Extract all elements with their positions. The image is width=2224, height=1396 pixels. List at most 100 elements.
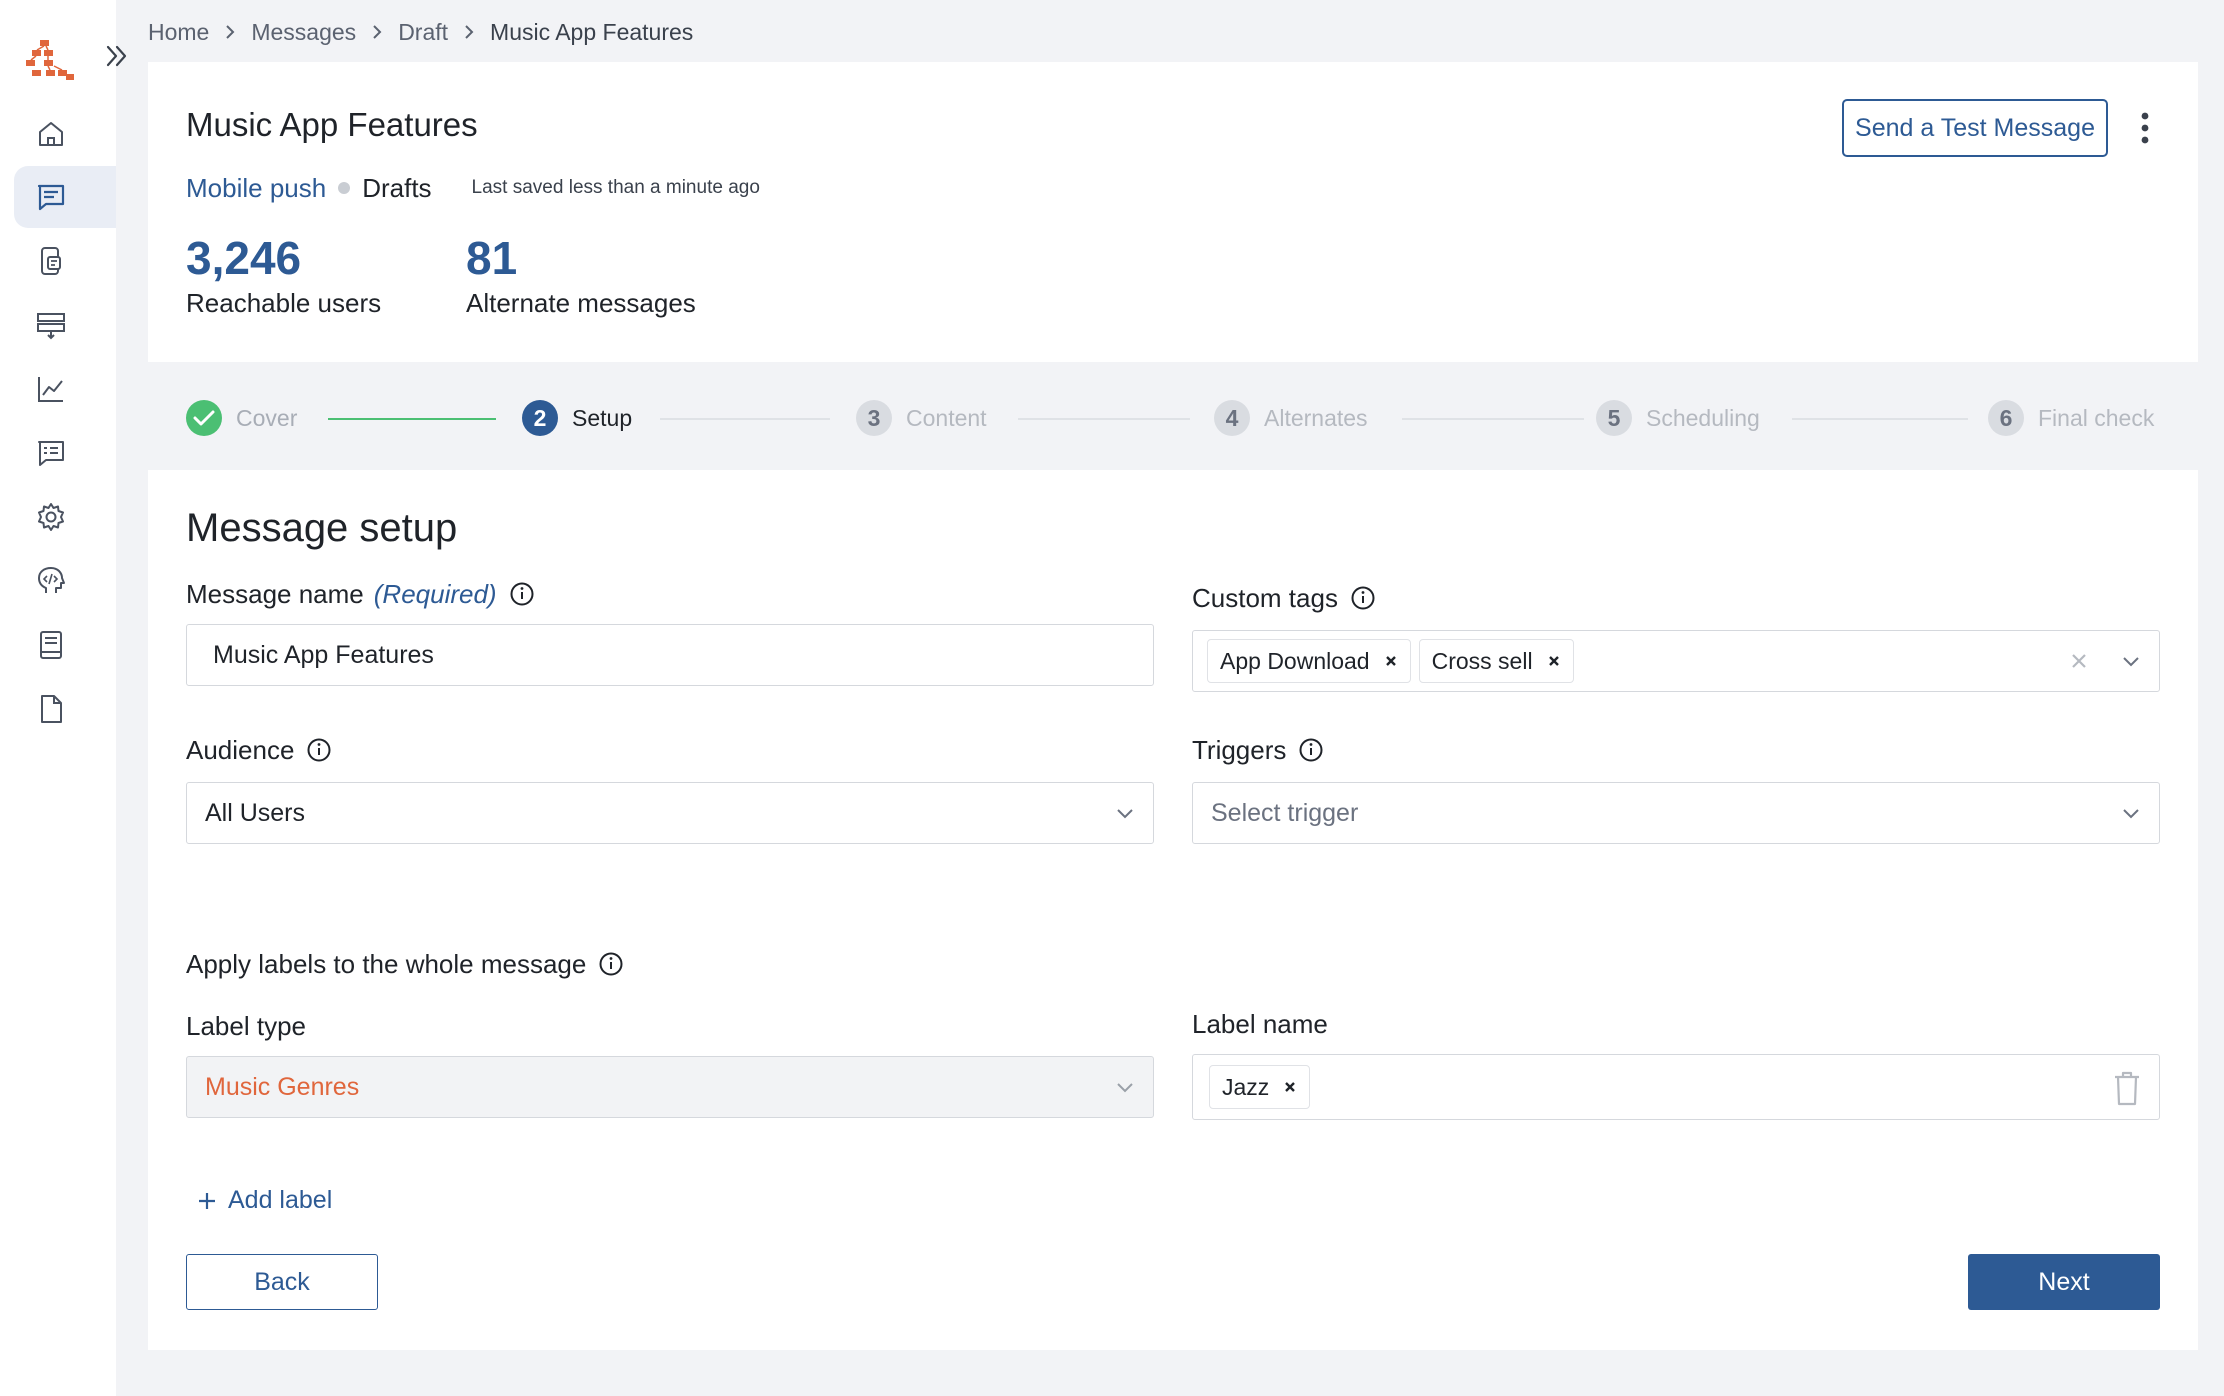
close-icon[interactable] — [2069, 651, 2089, 671]
step-final-check[interactable]: 6 Final check — [1988, 400, 2154, 436]
tag-label: App Download — [1220, 647, 1370, 674]
plus-icon — [196, 1190, 218, 1212]
breadcrumb-home[interactable]: Home — [148, 19, 209, 46]
tag-chip: Jazz — [1209, 1065, 1311, 1109]
expand-icon — [106, 45, 127, 67]
step-label: Content — [906, 404, 987, 431]
step-cover[interactable]: Cover — [186, 400, 297, 436]
breadcrumb-current: Music App Features — [490, 18, 694, 45]
message-header-card: Music App Features Mobile push Drafts La… — [148, 62, 2198, 362]
status-dot — [338, 182, 351, 194]
info-icon[interactable] — [598, 951, 624, 977]
info-icon[interactable] — [306, 737, 332, 763]
label-text: Message name — [186, 578, 364, 609]
label-name-select[interactable]: Jazz — [1192, 1054, 2160, 1120]
step-label: Cover — [236, 404, 298, 431]
select-value: All Users — [205, 798, 306, 827]
step-connector — [1792, 418, 1968, 420]
custom-tags-label: Custom tags — [1192, 580, 1376, 616]
info-icon[interactable] — [1298, 737, 1324, 763]
nav-feedback[interactable] — [14, 422, 116, 484]
nav-pages[interactable] — [14, 678, 116, 740]
info-icon[interactable] — [1350, 585, 1376, 611]
required-text: (Required) — [373, 578, 497, 609]
apply-labels-heading: Apply labels to the whole message — [186, 946, 624, 982]
breadcrumb-messages[interactable]: Messages — [251, 19, 356, 46]
input-value: Music App Features — [213, 640, 434, 669]
status-text: Drafts — [362, 172, 432, 203]
mobile-doc-icon — [41, 247, 61, 275]
stat-reachable-users: 3,246 Reachable users — [186, 230, 381, 320]
chevron-down-icon[interactable] — [2119, 649, 2143, 673]
stat-alternate-messages: 81 Alternate messages — [466, 230, 696, 320]
label-text: Label type — [186, 1010, 306, 1041]
label-text: Label name — [1192, 1008, 1328, 1039]
add-label-button[interactable]: Add label — [196, 1186, 332, 1215]
channel-link[interactable]: Mobile push — [186, 173, 326, 204]
chevron-down-icon — [2119, 801, 2143, 825]
close-icon[interactable] — [1547, 654, 1561, 668]
chevron-right-icon — [223, 23, 237, 41]
analytics-icon — [38, 377, 63, 402]
step-connector — [328, 418, 496, 420]
more-options-button[interactable] — [2130, 106, 2160, 150]
tag-label: Jazz — [1222, 1073, 1270, 1100]
send-test-message-button[interactable]: Send a Test Message — [1842, 99, 2108, 157]
trigger-select[interactable]: Select trigger — [1192, 782, 2160, 844]
nav-mobile[interactable] — [14, 230, 116, 292]
label-type-select[interactable]: Music Genres — [186, 1056, 1154, 1118]
page-title: Music App Features — [186, 106, 478, 143]
audience-select[interactable]: All Users — [186, 782, 1154, 844]
select-placeholder: Select trigger — [1211, 798, 1359, 827]
step-setup[interactable]: 2 Setup — [522, 400, 632, 436]
step-alternates[interactable]: 4 Alternates — [1214, 400, 1368, 436]
close-icon[interactable] — [1283, 1080, 1297, 1094]
add-label-text: Add label — [228, 1186, 333, 1214]
nav-docs[interactable] — [14, 614, 116, 676]
audience-label: Audience — [186, 732, 332, 768]
step-number: 6 — [1988, 400, 2024, 436]
message-meta: Mobile push Drafts Last saved less than … — [186, 168, 760, 208]
check-icon — [186, 400, 222, 436]
info-icon[interactable] — [509, 581, 535, 607]
message-name-input[interactable]: Music App Features — [186, 624, 1154, 686]
stat-label: Reachable users — [186, 288, 382, 318]
stat-value: 3,246 — [186, 232, 302, 284]
nav-settings[interactable] — [14, 486, 116, 548]
step-number: 4 — [1214, 400, 1250, 436]
logo-icon[interactable] — [22, 36, 78, 86]
back-button[interactable]: Back — [186, 1254, 378, 1310]
label-text: Audience — [186, 734, 295, 765]
nav-analytics[interactable] — [14, 358, 116, 420]
step-connector — [1402, 418, 1584, 420]
nav-layout[interactable] — [14, 294, 116, 356]
chevron-right-icon — [462, 23, 476, 41]
step-number: 2 — [522, 400, 558, 436]
custom-tags-select[interactable]: App Download Cross sell — [1192, 630, 2160, 692]
label-text: Triggers — [1192, 734, 1287, 765]
nav-developer[interactable] — [14, 550, 116, 612]
step-label: Alternates — [1264, 404, 1368, 431]
home-icon — [39, 122, 63, 146]
sidebar — [0, 0, 127, 1396]
trash-icon[interactable] — [2111, 1069, 2143, 1107]
expand-sidebar-button[interactable] — [98, 36, 138, 76]
breadcrumb-draft[interactable]: Draft — [398, 19, 448, 46]
book-icon — [40, 631, 62, 659]
next-button[interactable]: Next — [1968, 1254, 2160, 1310]
step-number: 3 — [856, 400, 892, 436]
close-icon[interactable] — [1384, 654, 1398, 668]
step-content[interactable]: 3 Content — [856, 400, 987, 436]
tag-chip: App Download — [1207, 639, 1411, 683]
progress-stepper: Cover 2 Setup 3 Content 4 Alternates 5 S… — [148, 392, 2198, 444]
nav-home[interactable] — [14, 103, 116, 165]
layout-icon — [37, 313, 65, 340]
step-scheduling[interactable]: 5 Scheduling — [1596, 400, 1760, 436]
chevron-down-icon — [1113, 801, 1137, 825]
step-label: Setup — [572, 404, 633, 431]
section-title: Message setup — [186, 506, 458, 550]
nav-messages[interactable] — [14, 166, 116, 228]
chevron-down-icon — [1113, 1075, 1137, 1099]
label-text: Apply labels to the whole message — [186, 948, 587, 979]
chevron-right-icon — [370, 23, 384, 41]
